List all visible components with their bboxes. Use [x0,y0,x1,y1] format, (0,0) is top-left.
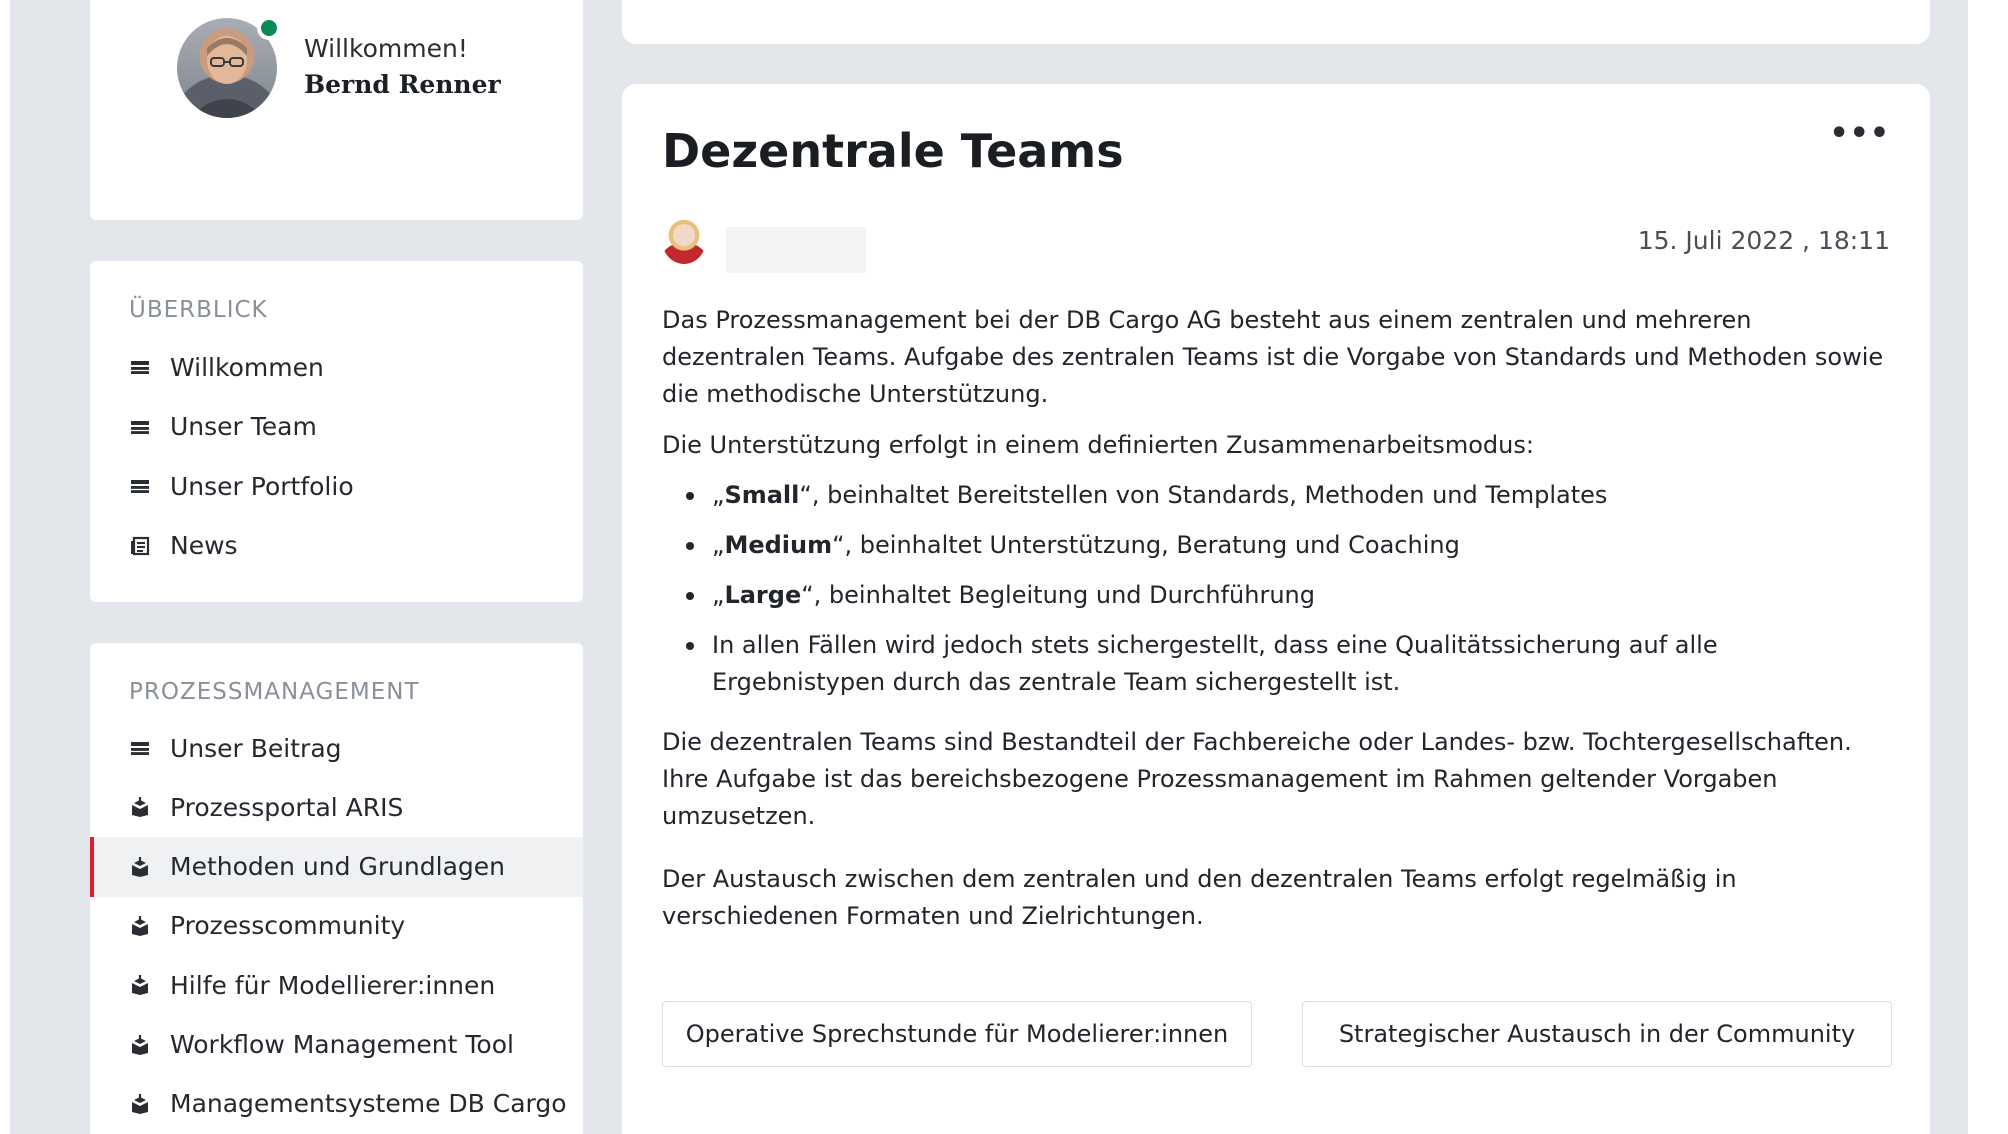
bullet-item: „Small“, beinhaltet Bereitstellen von St… [684,477,1894,514]
article-card: Dezentrale Teams ••• 15. Juli 2022 , 18:… [622,84,1930,1134]
page-icon [129,416,151,438]
nav-item-managementsysteme-db-cargo[interactable]: Managementsysteme DB Cargo [90,1074,583,1134]
operative-consultation-button[interactable]: Operative Sprechstunde für Modelierer:in… [662,1001,1252,1067]
nav-item-unser-beitrag[interactable]: Unser Beitrag [90,718,583,778]
welcome-text: Willkommen! [304,34,468,63]
box-icon [129,1034,151,1056]
nav-item-label: Prozesscommunity [170,911,406,941]
nav-item-workflow-management-tool[interactable]: Workflow Management Tool [90,1015,583,1075]
paragraph-intro: Das Prozessmanagement bei der DB Cargo A… [662,306,1884,408]
nav-item-label: Prozessportal ARIS [170,792,404,822]
overview-section-title: ÜBERBLICK [129,297,268,323]
process-section-title: PROZESSMANAGEMENT [129,679,420,705]
bullet-item: „Large“, beinhaltet Begleitung und Durch… [684,577,1894,614]
nav-item-label: Willkommen [170,352,324,382]
more-options-icon[interactable]: ••• [1829,119,1890,149]
bullet-open-quote: „ [712,481,725,509]
user-avatar[interactable] [177,16,281,118]
bullet-text: , beinhaltet Unterstützung, Beratung und… [844,531,1460,559]
nav-item-hilfe-für-modellierer-innen[interactable]: Hilfe für Modellierer:innen [90,955,583,1015]
nav-item-label: Hilfe für Modellierer:innen [170,970,496,1000]
nav-item-unser-team[interactable]: Unser Team [90,397,583,457]
bullet-item: In allen Fällen wird jedoch stets sicher… [684,627,1894,701]
news-icon [129,535,151,557]
nav-item-label: Unser Team [170,412,317,441]
user-name[interactable]: Bernd Renner [304,70,501,99]
bullet-text: , beinhaltet Bereitstellen von Standards… [811,481,1608,509]
bullet-item: „Medium“, beinhaltet Unterstützung, Bera… [684,527,1894,564]
article-title: Dezentrale Teams [662,124,1124,178]
mode-bullet-list: „Small“, beinhaltet Bereitstellen von St… [684,477,1894,714]
paragraph-decentral: Die dezentralen Teams sind Bestandteil d… [662,728,1852,830]
box-icon [129,856,151,878]
top-breadcrumb-bar [622,0,1930,44]
box-icon [129,974,151,996]
nav-item-label: Managementsysteme DB Cargo [170,1089,567,1119]
nav-item-unser-portfolio[interactable]: Unser Portfolio [90,456,583,516]
nav-item-label: Workflow Management Tool [170,1030,514,1059]
bullet-mode-name: Medium [724,531,833,559]
page-icon [129,475,151,497]
nav-item-prozessportal-aris[interactable]: Prozessportal ARIS [90,777,583,837]
bullet-text: , beinhaltet Begleitung und Durchführung [813,581,1315,609]
box-icon [129,915,151,937]
page-icon [129,737,151,759]
bullet-mode-name: Large [724,581,802,609]
author-avatar[interactable] [662,216,706,264]
bullet-open-quote: „ [712,581,725,609]
nav-item-methoden-und-grundlagen[interactable]: Methoden und Grundlagen [90,836,583,897]
bullet-close-quote: “ [799,481,812,509]
paragraph-mode: Die Unterstützung erfolgt in einem defin… [662,431,1534,459]
bullet-mode-name: Small [724,481,800,509]
nav-item-label: Unser Portfolio [170,471,354,501]
nav-item-news[interactable]: News [90,516,583,576]
bullet-text: In allen Fällen wird jedoch stets sicher… [712,631,1718,696]
author-name-placeholder [726,227,866,273]
online-status-indicator [257,16,281,40]
box-icon [129,1093,151,1115]
box-icon [129,796,151,818]
process-nav-card: PROZESSMANAGEMENT Unser Beitrag Prozesspo… [90,643,583,1134]
bullet-open-quote: „ [712,531,725,559]
page-icon [129,356,151,378]
nav-item-label: News [170,531,238,560]
paragraph-exchange: Der Austausch zwischen dem zentralen und… [662,865,1737,930]
nav-item-prozesscommunity[interactable]: Prozesscommunity [90,896,583,956]
nav-item-label: Methoden und Grundlagen [170,852,506,882]
nav-item-label: Unser Beitrag [170,733,342,763]
nav-item-willkommen[interactable]: Willkommen [90,337,583,397]
bullet-close-quote: “ [832,531,845,559]
strategic-exchange-button[interactable]: Strategischer Austausch in der Community [1302,1001,1892,1067]
overview-nav-card: ÜBERBLICK Willkommen Unser Team Unser Port… [90,261,583,602]
bullet-close-quote: “ [801,581,814,609]
post-date: 15. Juli 2022 , 18:11 [1637,226,1890,255]
profile-card: Willkommen! Bernd Renner [90,0,583,220]
